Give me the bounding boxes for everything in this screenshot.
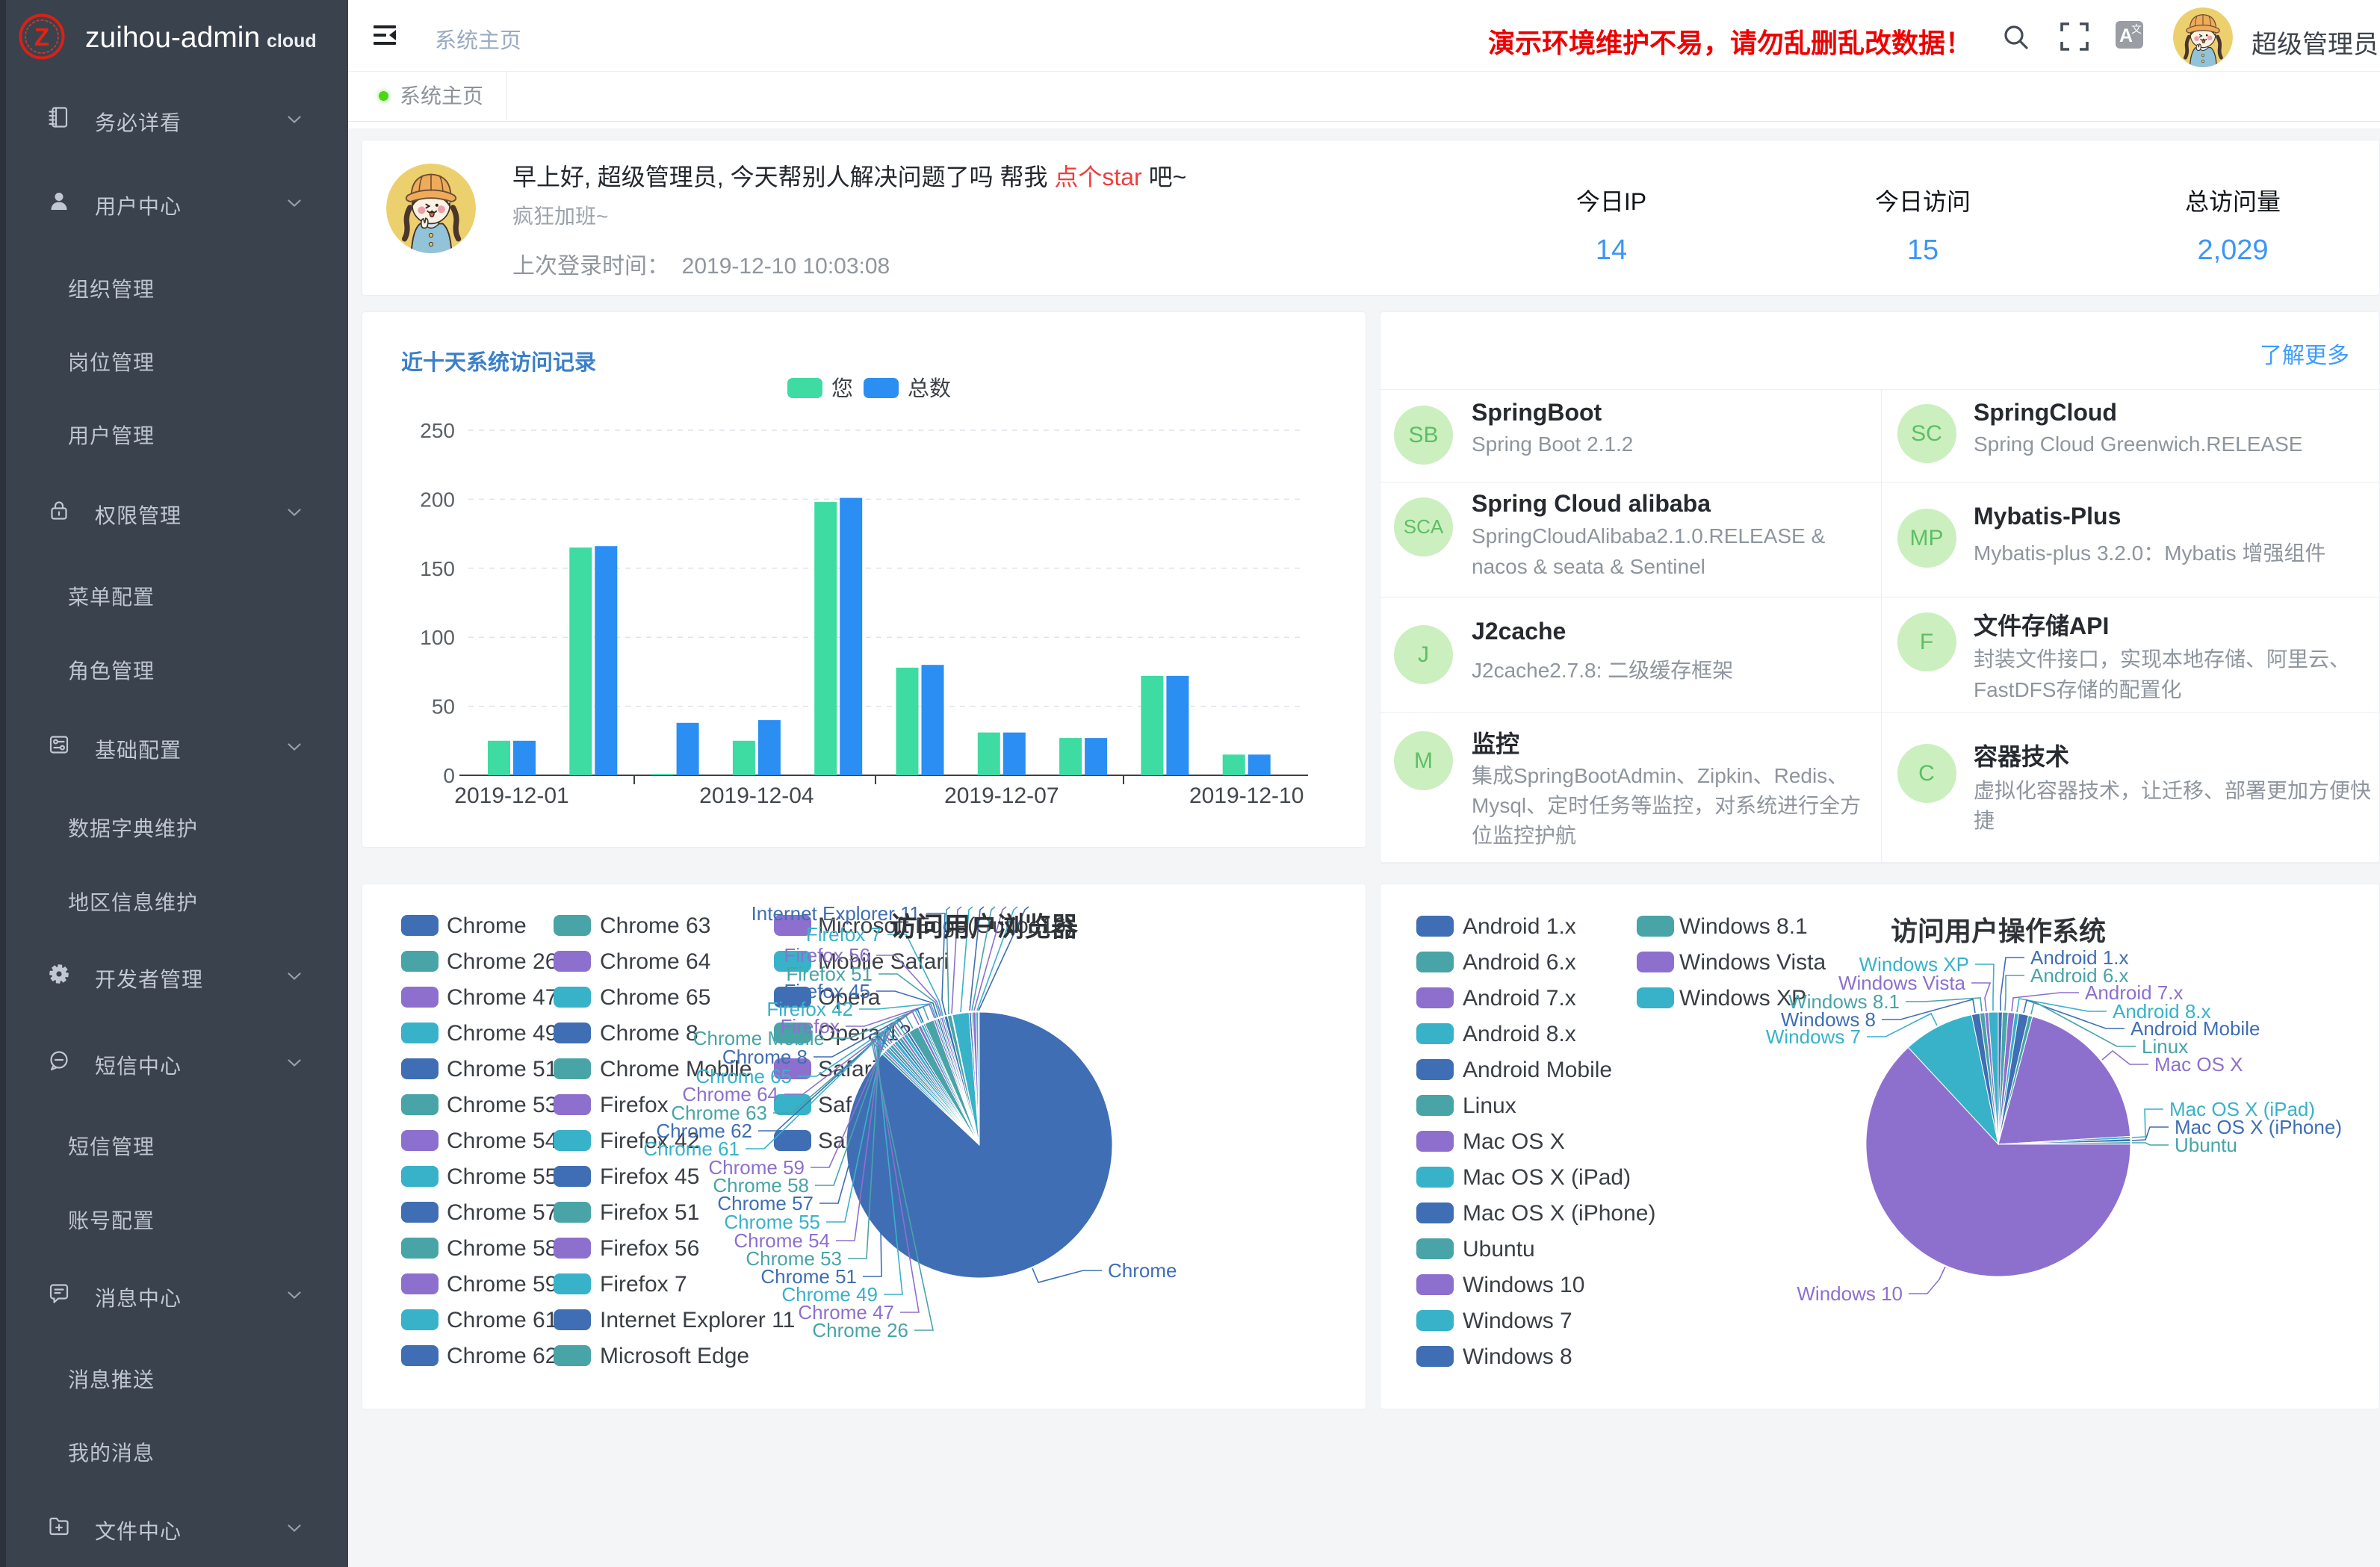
svg-text:Chrome 62: Chrome 62 [447,1344,557,1368]
svg-text:Android 1.x: Android 1.x [1463,914,1576,939]
svg-text:Chrome: Chrome [447,913,527,938]
svg-text:Chrome 47: Chrome 47 [447,985,557,1010]
svg-text:Chrome 63: Chrome 63 [600,913,710,938]
svg-text:Firefox 45: Firefox 45 [600,1164,699,1189]
svg-text:Chrome 61: Chrome 61 [447,1308,557,1332]
svg-text:Mac OS X: Mac OS X [2154,1053,2243,1076]
svg-text:Android 6.x: Android 6.x [1463,950,1576,975]
svg-text:Android 7.x: Android 7.x [1463,986,1576,1011]
svg-text:Internet Explorer 11: Internet Explorer 11 [600,1308,795,1332]
svg-text:Chrome 8: Chrome 8 [600,1021,698,1046]
svg-text:Windows 7: Windows 7 [1463,1309,1572,1333]
svg-text:Firefox 51: Firefox 51 [600,1200,699,1225]
svg-text:250: 250 [420,419,455,442]
svg-text:Chrome 58: Chrome 58 [447,1236,557,1261]
svg-text:Firefox 7: Firefox 7 [600,1272,687,1297]
svg-text:Chrome 57: Chrome 57 [447,1200,557,1225]
svg-text:Windows 8.1: Windows 8.1 [1679,914,1808,939]
svg-text:Linux: Linux [1463,1093,1516,1118]
svg-text:Microsoft Edge: Microsoft Edge [600,1344,749,1368]
svg-text:2019-12-07: 2019-12-07 [944,784,1059,808]
svg-text:Chrome: Chrome [1108,1259,1177,1282]
svg-text:150: 150 [420,557,455,580]
svg-text:Chrome 26: Chrome 26 [447,949,557,974]
svg-text:2019-12-10: 2019-12-10 [1189,784,1304,808]
svg-text:50: 50 [432,695,455,719]
svg-text:Chrome 65: Chrome 65 [600,985,710,1010]
svg-text:Windows XP: Windows XP [1679,986,1806,1011]
svg-text:Z: Z [34,23,49,51]
svg-text:100: 100 [420,626,455,649]
svg-text:Chrome 59: Chrome 59 [447,1272,557,1297]
svg-text:2019-12-01: 2019-12-01 [454,784,568,808]
svg-text:Ubuntu: Ubuntu [1463,1237,1535,1262]
svg-text:Windows 7: Windows 7 [1766,1025,1861,1048]
svg-text:Chrome 53: Chrome 53 [447,1093,557,1117]
svg-text:Firefox: Firefox [600,1093,669,1117]
svg-text:Chrome 54: Chrome 54 [447,1129,557,1153]
svg-text:Chrome 26: Chrome 26 [812,1319,908,1341]
svg-text:2019-12-04: 2019-12-04 [699,784,814,808]
svg-text:Mac OS X (iPhone): Mac OS X (iPhone) [1463,1201,1655,1226]
svg-text:Mac OS X (iPad): Mac OS X (iPad) [1463,1165,1631,1190]
svg-text:Windows 8: Windows 8 [1463,1344,1572,1369]
svg-text:Windows 10: Windows 10 [1463,1273,1584,1297]
svg-text:Chrome 49: Chrome 49 [447,1021,557,1046]
svg-text:总数: 总数 [908,376,951,401]
svg-text:Android 8.x: Android 8.x [1463,1022,1576,1046]
svg-text:Windows 10: Windows 10 [1797,1282,1903,1305]
svg-text:Mac OS X: Mac OS X [1463,1129,1565,1154]
svg-text:您: 您 [831,376,853,401]
svg-text:Firefox 7: Firefox 7 [806,923,881,946]
svg-text:Windows Vista: Windows Vista [1679,950,1826,975]
svg-text:Chrome 51: Chrome 51 [447,1057,557,1082]
svg-text:Firefox 56: Firefox 56 [600,1236,699,1261]
svg-text:Chrome 64: Chrome 64 [600,949,710,974]
svg-text:Android Mobile: Android Mobile [1463,1058,1612,1082]
svg-text:Ubuntu: Ubuntu [2175,1134,2237,1156]
svg-text:0: 0 [443,764,455,787]
svg-text:200: 200 [420,488,455,511]
svg-text:Chrome 55: Chrome 55 [447,1164,557,1189]
